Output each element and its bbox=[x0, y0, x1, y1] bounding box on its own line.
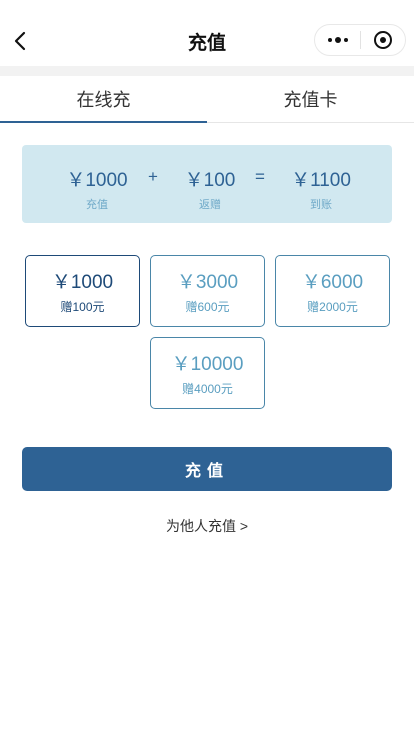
option-amount: ￥6000 bbox=[301, 272, 364, 293]
tab-bar: 在线充 充值卡 bbox=[0, 76, 414, 123]
more-menu-button[interactable] bbox=[315, 25, 360, 55]
close-miniprogram-button[interactable] bbox=[361, 25, 405, 55]
summary-bonus: ￥100 返赠 bbox=[175, 165, 245, 212]
equals-sign: = bbox=[255, 167, 265, 186]
plus-sign: + bbox=[148, 167, 158, 186]
summary-total: ￥1100 到账 bbox=[284, 165, 358, 212]
summary-bonus-label: 返赠 bbox=[199, 199, 221, 211]
summary-recharge: ￥1000 充值 bbox=[62, 165, 132, 212]
summary-recharge-amount: ￥1000 bbox=[66, 170, 128, 191]
summary-bonus-amount: ￥100 bbox=[184, 170, 236, 191]
option-amount: ￥1000 bbox=[51, 272, 114, 293]
option-bonus: 赠4000元 bbox=[182, 382, 233, 396]
mini-program-capsule bbox=[314, 24, 406, 56]
navigation-bar: 充值 bbox=[0, 0, 414, 66]
option-bonus: 赠2000元 bbox=[307, 300, 358, 314]
amount-option-1000[interactable]: ￥1000 赠100元 bbox=[25, 255, 140, 327]
option-bonus: 赠600元 bbox=[185, 300, 230, 314]
option-amount: ￥10000 bbox=[171, 354, 244, 375]
option-bonus: 赠100元 bbox=[60, 300, 105, 314]
summary-recharge-label: 充值 bbox=[86, 199, 108, 211]
recharge-summary: ￥1000 充值 + ￥100 返赠 = ￥1100 到账 bbox=[22, 145, 392, 223]
amount-option-6000[interactable]: ￥6000 赠2000元 bbox=[275, 255, 390, 327]
recharge-for-others-link[interactable]: 为他人充值 > bbox=[0, 516, 414, 536]
section-divider bbox=[0, 66, 414, 76]
summary-total-amount: ￥1100 bbox=[291, 170, 351, 191]
amount-option-3000[interactable]: ￥3000 赠600元 bbox=[150, 255, 265, 327]
tab-online-recharge[interactable]: 在线充 bbox=[0, 76, 207, 123]
summary-total-label: 到账 bbox=[310, 199, 332, 211]
recharge-button[interactable]: 充值 bbox=[22, 447, 392, 491]
target-circle-icon bbox=[373, 31, 392, 49]
option-amount: ￥3000 bbox=[176, 272, 239, 293]
more-dots-icon bbox=[327, 37, 348, 43]
amount-option-10000[interactable]: ￥10000 赠4000元 bbox=[150, 337, 265, 409]
tab-recharge-card[interactable]: 充值卡 bbox=[207, 76, 414, 122]
